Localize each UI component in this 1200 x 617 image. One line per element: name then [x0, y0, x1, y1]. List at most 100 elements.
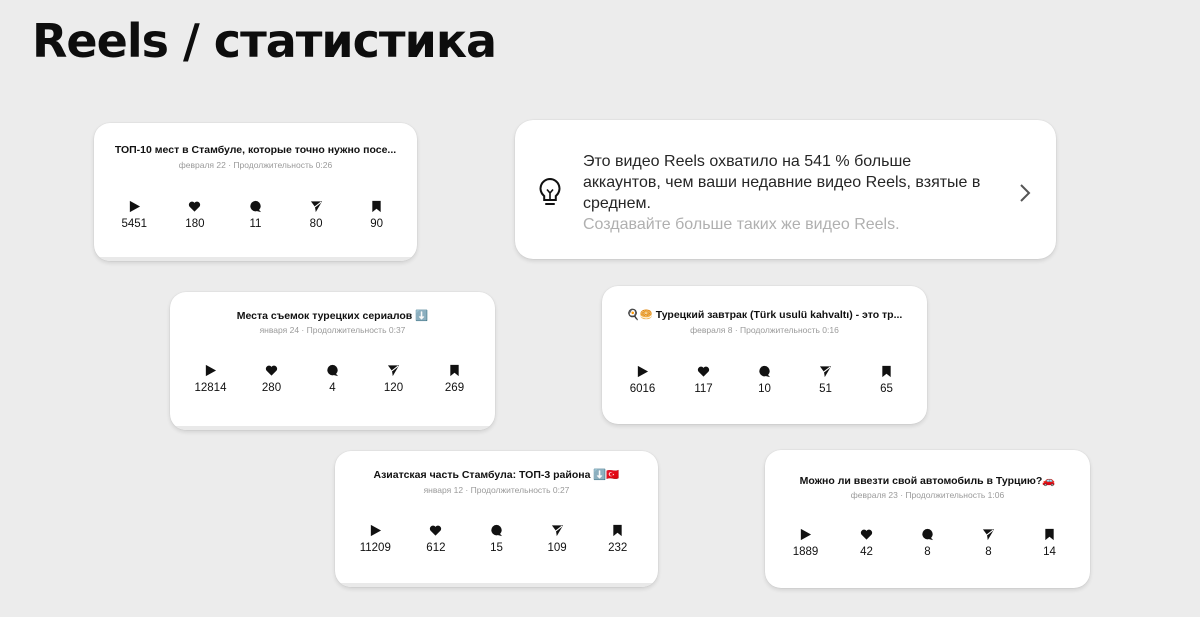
- reel-title: ТОП-10 мест в Стамбуле, которые точно ну…: [114, 144, 397, 156]
- reel-card[interactable]: Можно ли ввезти свой автомобиль в Турцию…: [765, 450, 1090, 588]
- stat-value: 80: [309, 218, 323, 230]
- stat-comments: 10: [735, 365, 795, 395]
- stat-value: 180: [185, 218, 205, 230]
- lightbulb-icon: [539, 177, 561, 205]
- stat-value: 120: [383, 382, 404, 394]
- reel-card[interactable]: Места съемок турецких сериалов ⬇️ января…: [170, 292, 495, 430]
- stat-value: 14: [1043, 546, 1056, 558]
- heart-icon: [189, 201, 201, 212]
- stat-saves: 65: [857, 365, 917, 395]
- play-icon: [205, 364, 217, 377]
- comment-icon: [922, 528, 934, 541]
- card-divider: [335, 583, 658, 587]
- stat-value: 269: [444, 382, 465, 394]
- stat-value: 90: [370, 218, 384, 230]
- heart-icon: [697, 366, 710, 377]
- stat-value: 10: [758, 383, 771, 395]
- stat-value: 65: [880, 383, 893, 395]
- reel-meta: января 24 · Продолжительность 0:37: [259, 325, 406, 335]
- stat-comments: 8: [898, 528, 958, 558]
- stat-value: 51: [819, 383, 832, 395]
- reel-stats: 12814 280 4 120 269: [180, 364, 485, 394]
- card-divider: [170, 426, 495, 430]
- stat-saves: 232: [588, 524, 648, 554]
- bookmark-icon: [372, 200, 381, 213]
- stat-comments: 15: [466, 524, 526, 554]
- comment-icon: [759, 365, 771, 378]
- share-icon: [982, 529, 995, 541]
- stat-shares: 51: [796, 365, 856, 395]
- stat-comments: 11: [225, 200, 285, 230]
- reel-card[interactable]: 🍳🥯 Турецкий завтрак (Türk usulü kahvaltı…: [602, 286, 927, 424]
- stat-value: 5451: [121, 218, 148, 230]
- stat-shares: 120: [364, 364, 424, 394]
- stat-value: 232: [608, 542, 628, 554]
- chevron-right-icon[interactable]: [1018, 182, 1032, 204]
- reel-meta: февраля 23 · Продолжительность 1:06: [850, 490, 1005, 500]
- heart-icon: [265, 365, 278, 376]
- stat-plays: 11209: [345, 524, 405, 554]
- share-icon: [551, 525, 563, 537]
- stat-likes: 117: [674, 365, 734, 395]
- stat-saves: 269: [425, 364, 485, 394]
- stat-plays: 12814: [181, 364, 241, 394]
- heart-icon: [430, 525, 442, 536]
- stat-shares: 8: [959, 528, 1019, 558]
- stat-plays: 5451: [104, 200, 164, 230]
- stat-value: 1889: [792, 546, 819, 558]
- bookmark-icon: [1045, 528, 1054, 541]
- stat-value: 6016: [629, 383, 656, 395]
- stat-value: 42: [860, 546, 873, 558]
- bookmark-icon: [882, 365, 891, 378]
- reel-stats: 11209 612 15 109 232: [345, 524, 648, 554]
- play-icon: [800, 528, 812, 541]
- share-icon: [819, 366, 832, 378]
- heart-icon: [860, 529, 873, 540]
- insight-card[interactable]: Это видео Reels охватило на 541 % больше…: [515, 120, 1056, 259]
- stat-value: 11: [249, 218, 262, 230]
- play-icon: [637, 365, 649, 378]
- stat-value: 4: [329, 382, 336, 394]
- stat-value: 8: [924, 546, 931, 558]
- comment-icon: [491, 524, 503, 537]
- stat-likes: 612: [406, 524, 466, 554]
- stat-plays: 6016: [613, 365, 673, 395]
- stat-comments: 4: [303, 364, 363, 394]
- stat-value: 117: [694, 383, 713, 395]
- reel-card[interactable]: Азиатская часть Стамбула: ТОП-3 района ⬇…: [335, 451, 658, 587]
- reel-stats: 5451 180 11 80 90: [104, 200, 407, 230]
- stat-value: 8: [985, 546, 992, 558]
- stat-likes: 280: [242, 364, 302, 394]
- insight-message: Это видео Reels охватило на 541 % больше…: [583, 153, 981, 212]
- stat-value: 109: [547, 542, 567, 554]
- reel-meta: февраля 22 · Продолжительность 0:26: [178, 160, 333, 170]
- share-icon: [310, 201, 322, 213]
- stat-likes: 42: [837, 528, 897, 558]
- stat-value: 15: [490, 542, 503, 554]
- reel-title: Места съемок турецких сериалов ⬇️: [236, 310, 429, 322]
- reel-meta: января 12 · Продолжительность 0:27: [423, 485, 570, 495]
- comment-icon: [327, 364, 339, 377]
- stat-value: 612: [426, 542, 446, 554]
- reel-card[interactable]: ТОП-10 мест в Стамбуле, которые точно ну…: [94, 123, 417, 261]
- reel-stats: 1889 42 8 8 14: [775, 528, 1080, 558]
- reel-stats: 6016 117 10 51 65: [612, 365, 917, 395]
- stat-likes: 180: [165, 200, 225, 230]
- page-title: Reels / статистика: [32, 14, 497, 68]
- share-icon: [387, 365, 400, 377]
- stat-value: 280: [261, 382, 282, 394]
- reel-meta: февраля 8 · Продолжительность 0:16: [690, 325, 839, 335]
- stat-shares: 109: [527, 524, 587, 554]
- bookmark-icon: [613, 524, 622, 537]
- bookmark-icon: [450, 364, 459, 377]
- play-icon: [129, 200, 140, 213]
- reel-title: Азиатская часть Стамбула: ТОП-3 района ⬇…: [373, 469, 620, 481]
- insight-text: Это видео Reels охватило на 541 % больше…: [583, 151, 983, 235]
- comment-icon: [250, 200, 262, 213]
- stat-value: 11209: [359, 542, 391, 554]
- stat-saves: 14: [1020, 528, 1080, 558]
- stat-saves: 90: [347, 200, 407, 230]
- stat-shares: 80: [286, 200, 346, 230]
- play-icon: [370, 524, 381, 537]
- reel-title: Можно ли ввезти свой автомобиль в Турцию…: [799, 475, 1056, 487]
